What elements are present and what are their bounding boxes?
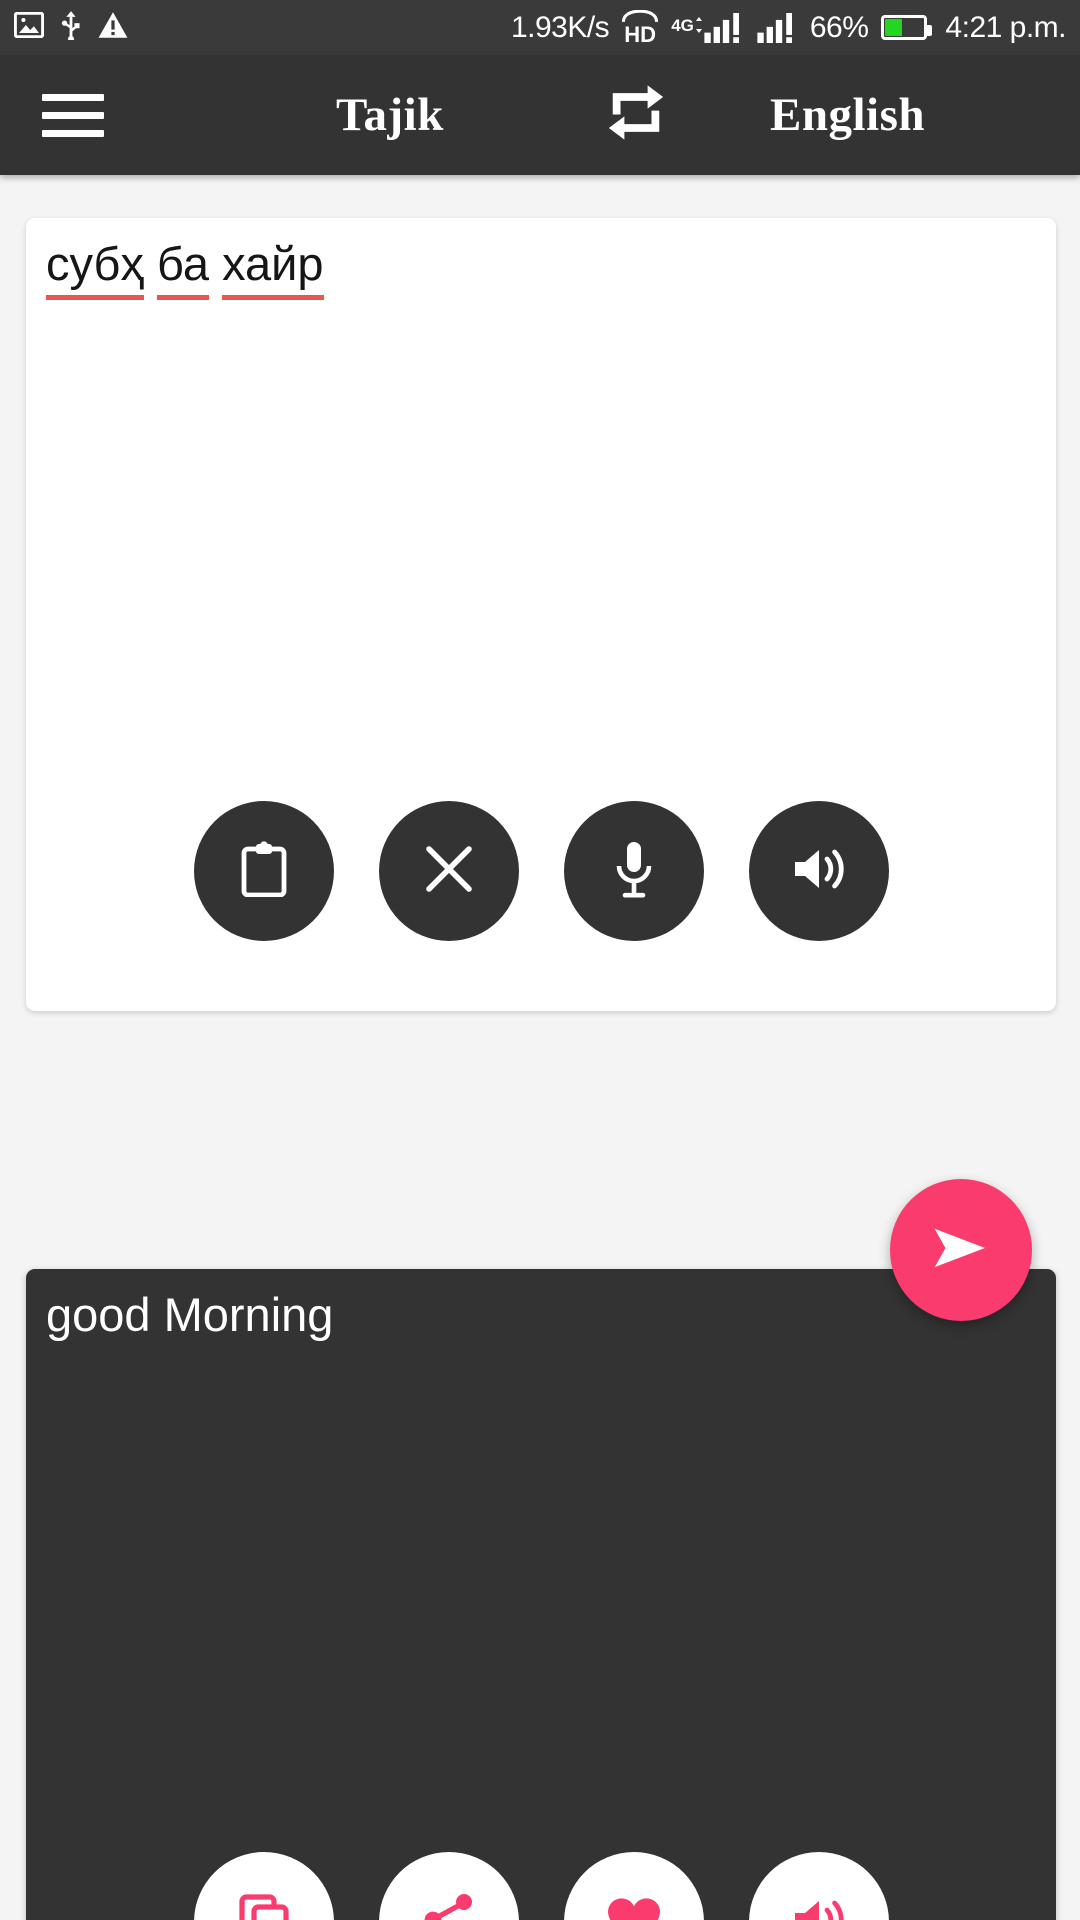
target-language-selector[interactable]: English: [770, 88, 925, 142]
share-icon: [423, 1893, 475, 1920]
hd-call-icon: HD: [622, 9, 659, 47]
clear-button[interactable]: [378, 801, 519, 941]
hd-label: HD: [624, 21, 657, 47]
speaker-icon: [791, 844, 847, 899]
copy-icon: [238, 1893, 290, 1920]
hamburger-line: [42, 93, 104, 101]
close-icon: [423, 843, 475, 900]
battery-icon: [881, 15, 933, 40]
swap-languages-icon[interactable]: [603, 82, 669, 149]
signal-bars-sim1: [704, 12, 739, 43]
app-bar: Tajik English: [0, 55, 1080, 175]
warning-icon: [98, 11, 128, 44]
source-word: ба: [157, 237, 209, 300]
status-bar: 1.93K/s HD 4G 66% 4:21 p.m.: [0, 0, 1080, 55]
image-icon: [13, 11, 45, 43]
status-bar-left-icons: [13, 10, 128, 45]
clipboard-icon: [238, 840, 290, 902]
status-bar-right-icons: 1.93K/s HD 4G 66% 4:21 p.m.: [510, 9, 1066, 47]
voice-input-button[interactable]: [563, 801, 704, 941]
hamburger-line: [42, 129, 104, 137]
microphone-icon: [611, 840, 657, 903]
source-word: хайр: [222, 237, 324, 300]
speak-source-button[interactable]: [748, 801, 889, 941]
send-icon: [930, 1217, 992, 1284]
speaker-icon: [791, 1895, 847, 1920]
copy-button[interactable]: [193, 1852, 334, 1920]
speak-result-button[interactable]: [748, 1852, 889, 1920]
translation-result-text: good Morning: [46, 1288, 334, 1341]
translator-body: субҳ ба хайр good Morning: [0, 175, 1080, 1920]
send-translate-button[interactable]: [890, 1179, 1032, 1321]
mobile-data-icon: 4G: [671, 12, 744, 43]
source-text-input[interactable]: субҳ ба хайр: [46, 236, 324, 300]
share-button[interactable]: [378, 1852, 519, 1920]
source-word: субҳ: [46, 237, 144, 300]
clock-label: 4:21 p.m.: [945, 10, 1066, 44]
result-actions-row: [26, 1852, 1056, 1920]
paste-button[interactable]: [193, 801, 334, 941]
favorite-button[interactable]: [563, 1852, 704, 1920]
network-speed-label: 1.93K/s: [510, 10, 610, 44]
network-type-label: 4G: [671, 15, 694, 35]
usb-icon: [60, 10, 82, 45]
source-text-card[interactable]: субҳ ба хайр: [26, 218, 1056, 1011]
heart-icon: [606, 1894, 662, 1920]
battery-percent-label: 66%: [809, 10, 869, 44]
signal-bars-sim2: [757, 12, 792, 43]
source-actions-row: [26, 801, 1056, 941]
hamburger-line: [42, 111, 104, 119]
hamburger-menu-icon[interactable]: [42, 93, 104, 137]
translation-result-card[interactable]: good Morning: [26, 1269, 1056, 1920]
source-language-selector[interactable]: Tajik: [336, 88, 444, 142]
